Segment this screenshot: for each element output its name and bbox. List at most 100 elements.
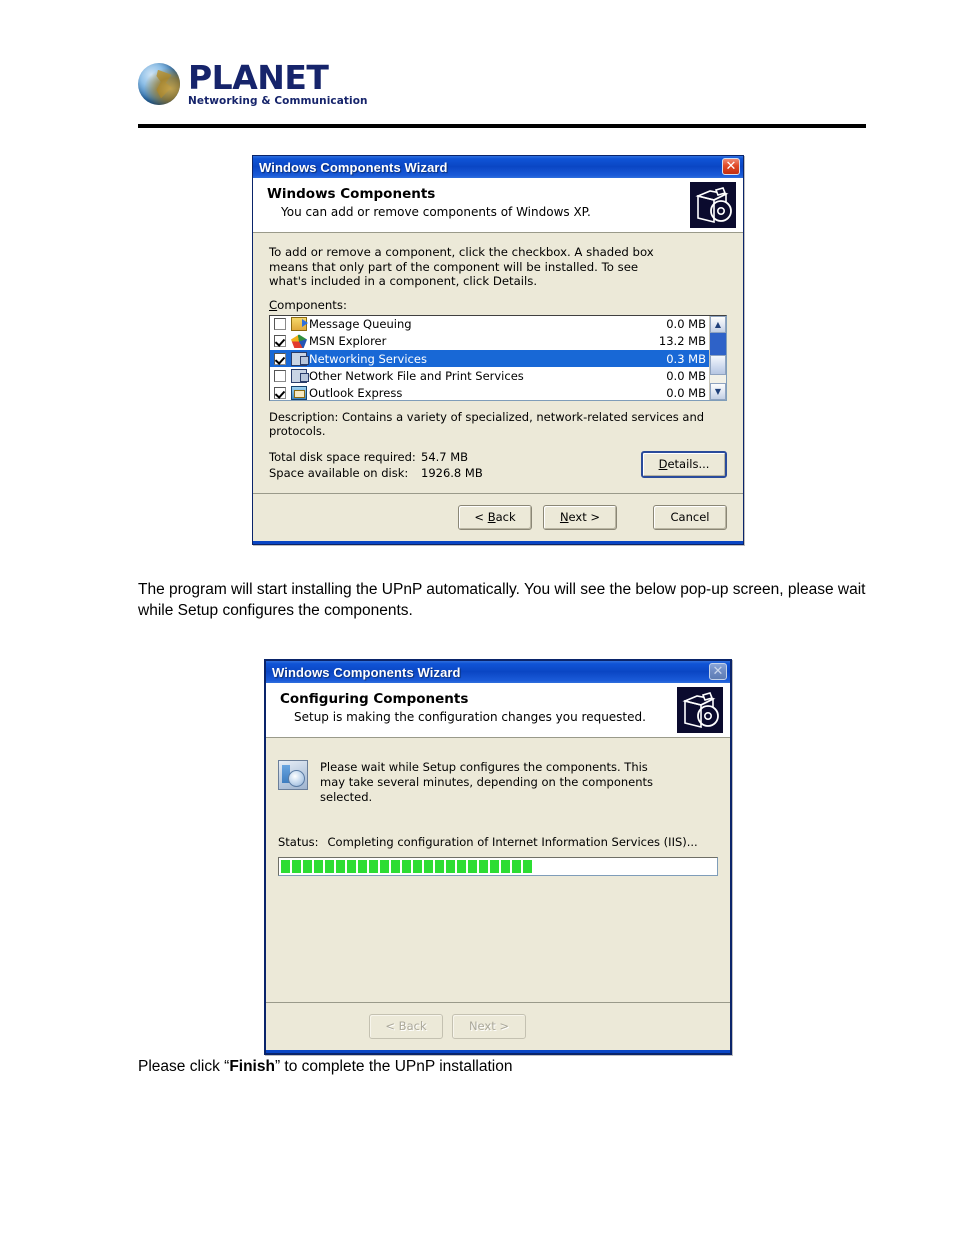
component-size: 0.3 MB bbox=[666, 351, 706, 366]
component-description: Description: Contains a variety of speci… bbox=[269, 409, 705, 438]
planet-globe-logo-icon bbox=[138, 63, 180, 105]
progress-segment bbox=[424, 860, 433, 873]
dialog2-title: Windows Components Wizard bbox=[272, 664, 461, 680]
progress-segment bbox=[490, 860, 499, 873]
outlook-express-icon bbox=[291, 386, 307, 400]
progress-segment bbox=[391, 860, 400, 873]
back-button-label: ack bbox=[495, 509, 516, 524]
component-size: 0.0 MB bbox=[666, 317, 706, 332]
msn-butterfly-icon bbox=[291, 334, 307, 349]
component-checkbox[interactable] bbox=[274, 335, 286, 348]
back-button[interactable]: < Back bbox=[458, 504, 532, 530]
close-icon: ✕ bbox=[709, 663, 727, 680]
component-checkbox[interactable] bbox=[274, 370, 286, 383]
header-divider bbox=[138, 124, 866, 128]
disk-available-value: 1926.8 MB bbox=[421, 465, 483, 480]
component-size: 13.2 MB bbox=[658, 334, 706, 349]
dialog1-header-subtitle: You can add or remove components of Wind… bbox=[281, 205, 591, 219]
windows-components-wizard-dialog: Windows Components Wizard ✕ Windows Comp… bbox=[252, 155, 744, 545]
dialog1-header: Windows Components You can add or remove… bbox=[253, 178, 743, 233]
details-button-label: etails... bbox=[667, 456, 710, 471]
progress-segment bbox=[380, 860, 389, 873]
progress-segment bbox=[435, 860, 444, 873]
progress-segment bbox=[402, 860, 411, 873]
next-button[interactable]: Next > bbox=[543, 504, 617, 530]
cancel-button[interactable]: Cancel bbox=[653, 504, 727, 530]
dialog2-bottom-accent bbox=[266, 1050, 730, 1053]
setup-installer-icon bbox=[278, 760, 308, 790]
progress-segment bbox=[347, 860, 356, 873]
scrollbar-track[interactable] bbox=[710, 332, 726, 383]
progress-segment bbox=[303, 860, 312, 873]
progress-segment bbox=[292, 860, 301, 873]
components-label-rest: omponents: bbox=[277, 297, 347, 312]
brand-logo: PLANET Networking & Communication bbox=[138, 58, 866, 110]
progress-bar bbox=[278, 857, 718, 876]
brand-tagline: Networking & Communication bbox=[188, 95, 368, 108]
chevron-up-icon[interactable]: ▲ bbox=[710, 315, 726, 333]
details-button[interactable]: Details... bbox=[641, 450, 727, 478]
configuring-components-dialog: Windows Components Wizard ✕ Configuring … bbox=[264, 659, 732, 1055]
components-label: Components: bbox=[269, 298, 727, 312]
dialog1-instructions: To add or remove a component, click the … bbox=[269, 245, 654, 288]
chevron-down-icon[interactable]: ▼ bbox=[710, 382, 726, 400]
component-label: Networking Services bbox=[309, 351, 427, 366]
components-listbox[interactable]: Message Queuing 0.0 MB MSN Explorer 13.2… bbox=[269, 314, 727, 401]
list-item[interactable]: Networking Services 0.3 MB bbox=[270, 350, 709, 368]
progress-segment bbox=[468, 860, 477, 873]
component-checkbox[interactable] bbox=[274, 352, 286, 365]
next-button-suffix: > bbox=[586, 509, 601, 524]
scrollbar-thumb[interactable] bbox=[710, 354, 726, 375]
dialog2-header-subtitle: Setup is making the configuration change… bbox=[294, 710, 646, 724]
dialog2-footer: < Back Next > bbox=[266, 1002, 730, 1050]
next-button: Next > bbox=[452, 1014, 526, 1039]
dialog1-titlebar[interactable]: Windows Components Wizard ✕ bbox=[253, 156, 743, 178]
finish-paragraph: Please click “Finish” to complete the UP… bbox=[138, 1056, 868, 1077]
component-checkbox[interactable] bbox=[274, 318, 286, 331]
disk-space-block: Total disk space required: 54.7 MB Space… bbox=[269, 449, 727, 483]
dialog2-body: Please wait while Setup configures the c… bbox=[266, 760, 730, 992]
back-button-prefix: < bbox=[474, 509, 488, 524]
component-size: 0.0 MB bbox=[666, 369, 706, 384]
component-size: 0.0 MB bbox=[666, 386, 706, 401]
progress-segment bbox=[523, 860, 532, 873]
progress-segment bbox=[413, 860, 422, 873]
dialog2-header: Configuring Components Setup is making t… bbox=[266, 683, 730, 738]
dialog1-bottom-accent bbox=[253, 540, 743, 544]
component-label: Other Network File and Print Services bbox=[309, 369, 524, 384]
list-item[interactable]: Message Queuing 0.0 MB bbox=[270, 316, 709, 333]
status-label: Status: bbox=[278, 835, 319, 849]
back-button-accel: B bbox=[487, 509, 496, 524]
components-list[interactable]: Message Queuing 0.0 MB MSN Explorer 13.2… bbox=[270, 316, 709, 400]
wait-message: Please wait while Setup configures the c… bbox=[320, 760, 654, 804]
dialog2-titlebar[interactable]: Windows Components Wizard ✕ bbox=[266, 661, 730, 683]
list-item[interactable]: MSN Explorer 13.2 MB bbox=[270, 333, 709, 350]
components-scrollbar[interactable]: ▲ ▼ bbox=[709, 315, 726, 400]
network-services-icon bbox=[291, 351, 309, 366]
progress-segment bbox=[336, 860, 345, 873]
progress-segment bbox=[457, 860, 466, 873]
progress-segment bbox=[314, 860, 323, 873]
mail-queue-icon bbox=[291, 317, 308, 332]
progress-segment bbox=[281, 860, 290, 873]
list-item[interactable]: Outlook Express 0.0 MB bbox=[270, 385, 709, 401]
components-label-accel: C bbox=[269, 297, 278, 312]
dialog1-title: Windows Components Wizard bbox=[259, 159, 448, 175]
network-print-icon bbox=[291, 369, 309, 384]
dialog1-header-title: Windows Components bbox=[267, 186, 436, 202]
progress-segment bbox=[512, 860, 521, 873]
windows-setup-box-icon bbox=[690, 182, 736, 228]
component-checkbox[interactable] bbox=[274, 387, 286, 400]
dialog1-body: To add or remove a component, click the … bbox=[253, 233, 743, 483]
progress-segment bbox=[446, 860, 455, 873]
component-label: Message Queuing bbox=[309, 317, 412, 332]
component-label: Outlook Express bbox=[309, 386, 403, 401]
dialog1-footer: < Back Next > Cancel bbox=[253, 492, 743, 541]
progress-segment bbox=[369, 860, 378, 873]
close-icon[interactable]: ✕ bbox=[722, 158, 740, 175]
status-row: Status: Completing configuration of Inte… bbox=[266, 835, 730, 849]
progress-segment bbox=[479, 860, 488, 873]
progress-segment bbox=[325, 860, 334, 873]
intro-paragraph: The program will start installing the UP… bbox=[138, 581, 866, 619]
list-item[interactable]: Other Network File and Print Services 0.… bbox=[270, 367, 709, 384]
